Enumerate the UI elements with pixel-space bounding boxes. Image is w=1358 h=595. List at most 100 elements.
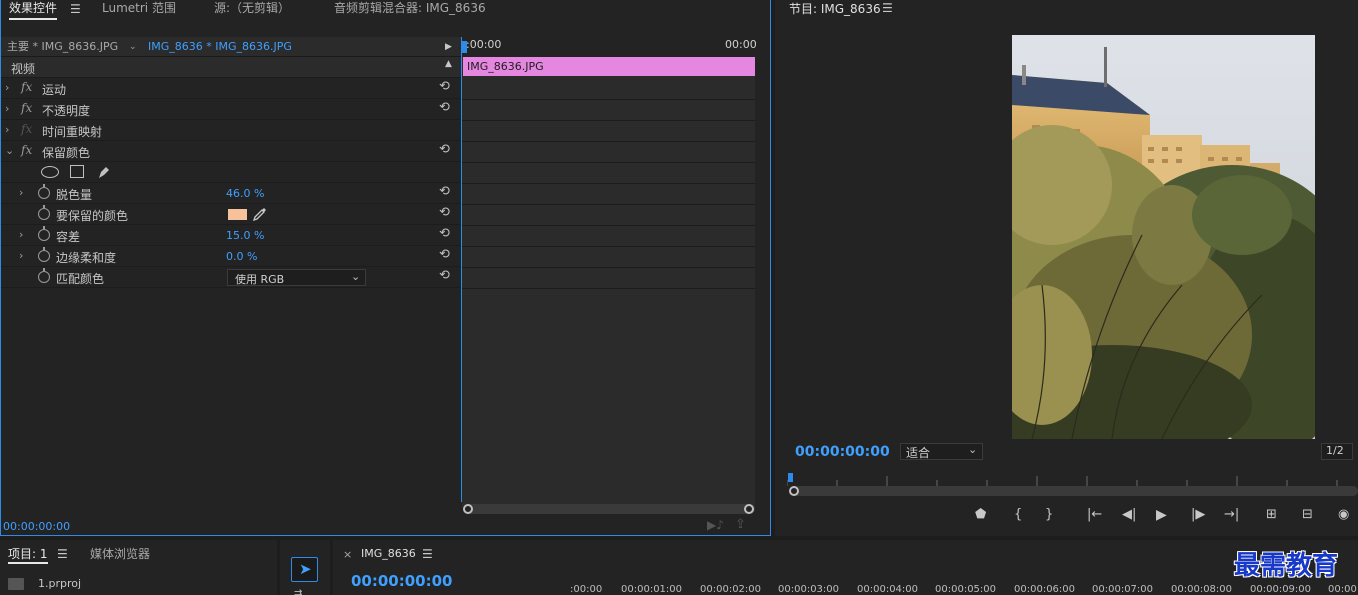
play-only-audio-icon[interactable]: ▶ — [445, 37, 452, 57]
playhead-handle[interactable] — [462, 41, 467, 53]
zoom-handle-left[interactable] — [463, 504, 473, 514]
hamburger-icon[interactable]: ☰ — [57, 547, 68, 561]
stopwatch-icon[interactable] — [38, 205, 50, 220]
effect-leave-color[interactable]: ⌄ fx 保留颜色 ⟲ — [1, 141, 461, 162]
clip-bar[interactable]: IMG_8636.JPG — [463, 57, 755, 76]
stopwatch-icon[interactable] — [38, 184, 50, 199]
stopwatch-icon[interactable] — [38, 226, 50, 241]
loop-audio-icon[interactable]: ▶♪ — [707, 518, 724, 532]
tab-source[interactable]: 源:（无剪辑） — [214, 0, 290, 20]
expand-chevron-icon[interactable]: › — [19, 249, 23, 262]
tab-media-browser[interactable]: 媒体浏览器 — [90, 545, 150, 562]
match-colors-select[interactable]: 使用 RGB ⌄ — [227, 269, 366, 286]
reset-icon[interactable]: ⟲ — [439, 226, 450, 241]
program-monitor-title[interactable]: 节目: IMG_8636 — [789, 0, 881, 17]
tools-panel: ➤ ⇉ — [280, 540, 330, 595]
stopwatch-icon[interactable] — [38, 247, 50, 262]
timeline-timecode[interactable]: 00:00:00:00 — [351, 572, 453, 590]
fx-icon[interactable]: fx — [21, 143, 32, 157]
reset-icon[interactable]: ⟲ — [439, 79, 450, 94]
tab-project[interactable]: 项目: 1 — [8, 545, 48, 564]
panel-tabbar: 效果控件 ☰ Lumetri 范围 源:（无剪辑） 音频剪辑混合器: IMG_8… — [1, 0, 770, 20]
ruler-label: 00:00:08:00 — [1171, 584, 1233, 595]
match-colors-value: 使用 RGB — [235, 273, 285, 286]
param-color-to-keep: 要保留的颜色 ⟲ — [1, 204, 461, 225]
zoom-scrollbar[interactable] — [463, 504, 755, 514]
effect-properties-list: 主要 * IMG_8636.JPG ⌄ IMG_8636 * IMG_8636.… — [1, 37, 461, 517]
add-marker-icon[interactable]: ⬟ — [975, 507, 986, 522]
lift-icon[interactable]: ⊞ — [1266, 507, 1277, 522]
zoom-select[interactable]: 适合 ⌄ — [900, 443, 983, 460]
track-select-icon[interactable]: ⇉ — [294, 588, 302, 595]
hamburger-icon[interactable]: ☰ — [422, 547, 433, 561]
mark-in-icon[interactable]: { — [1014, 507, 1022, 522]
play-icon[interactable]: ▶ — [1156, 507, 1167, 523]
param-edge-softness-label: 边缘柔和度 — [56, 251, 117, 265]
rectangle-mask-icon[interactable] — [70, 165, 84, 178]
color-swatch[interactable] — [228, 209, 247, 220]
reset-icon[interactable]: ⟲ — [439, 205, 450, 220]
tab-lumetri-scopes[interactable]: Lumetri 范围 — [102, 0, 176, 20]
project-file-name[interactable]: 1.prproj — [38, 577, 81, 590]
reset-icon[interactable]: ⟲ — [439, 100, 450, 115]
expand-chevron-icon[interactable]: › — [19, 186, 23, 199]
effect-time-remap-label: 时间重映射 — [42, 125, 103, 139]
go-to-in-icon[interactable]: |← — [1087, 507, 1102, 522]
hamburger-icon[interactable]: ☰ — [70, 2, 81, 16]
tab-effect-controls[interactable]: 效果控件 — [9, 0, 58, 20]
eyedropper-icon[interactable] — [252, 206, 268, 222]
zoom-handle-right[interactable] — [744, 504, 754, 514]
chevron-down-icon[interactable]: ⌄ — [129, 37, 137, 57]
expand-chevron-icon[interactable]: › — [5, 123, 9, 136]
param-desaturate-value[interactable]: 46.0 % — [226, 187, 264, 200]
ellipse-mask-icon[interactable] — [41, 166, 59, 178]
timeline-ruler[interactable]: :00:00 00:00:01:00 00:00:02:00 00:00:03:… — [570, 584, 1358, 595]
reset-icon[interactable]: ⟲ — [439, 184, 450, 199]
go-to-out-icon[interactable]: →| — [1224, 507, 1239, 522]
program-time-ruler[interactable] — [786, 470, 1358, 486]
sequence-tab[interactable]: IMG_8636 — [361, 547, 416, 560]
tab-audio-clip-mixer[interactable]: 音频剪辑混合器: IMG_8636 — [334, 0, 486, 20]
stopwatch-icon[interactable] — [38, 268, 50, 283]
playhead-timecode[interactable]: 00:00:00:00 — [795, 444, 890, 460]
zoom-handle-left[interactable] — [789, 486, 799, 496]
step-forward-icon[interactable]: |▶ — [1191, 507, 1205, 522]
expand-chevron-icon[interactable]: › — [5, 102, 9, 115]
expand-chevron-icon[interactable]: › — [5, 81, 9, 94]
effect-opacity-label: 不透明度 — [42, 104, 91, 118]
effect-opacity[interactable]: › fx 不透明度 ⟲ — [1, 99, 461, 120]
step-back-icon[interactable]: ◀| — [1122, 507, 1136, 522]
fx-icon[interactable]: fx — [21, 101, 32, 115]
collapse-icon[interactable]: ▲ — [445, 59, 452, 69]
close-icon[interactable]: × — [343, 548, 352, 561]
param-desaturate-label: 脱色量 — [56, 188, 93, 202]
ruler-label: 00:00:04:00 — [857, 584, 919, 595]
reset-icon[interactable]: ⟲ — [439, 268, 450, 283]
mini-timeline-ruler[interactable]: :00:00 00:00 — [462, 37, 757, 57]
mark-out-icon[interactable]: } — [1045, 507, 1053, 522]
param-tolerance-value[interactable]: 15.0 % — [226, 229, 264, 242]
export-frame-icon[interactable]: ◉ — [1338, 507, 1349, 522]
extract-icon[interactable]: ⊟ — [1302, 507, 1313, 522]
ruler-label: 00:00:05:00 — [935, 584, 997, 595]
program-video-frame[interactable] — [1012, 35, 1315, 439]
effect-time-remapping[interactable]: › fx 时间重映射 — [1, 120, 461, 141]
selection-tool[interactable]: ➤ — [291, 557, 318, 582]
project-file-icon — [8, 578, 24, 590]
breadcrumb-master[interactable]: 主要 * IMG_8636.JPG — [7, 37, 118, 57]
collapse-chevron-icon[interactable]: ⌄ — [5, 144, 14, 157]
breadcrumb-clip[interactable]: IMG_8636 * IMG_8636.JPG — [148, 37, 292, 57]
param-edge-softness-value[interactable]: 0.0 % — [226, 250, 257, 263]
reset-icon[interactable]: ⟲ — [439, 142, 450, 157]
pen-mask-icon[interactable] — [96, 164, 112, 180]
fx-icon[interactable]: fx — [21, 80, 32, 94]
hamburger-icon[interactable]: ☰ — [882, 1, 893, 15]
zoom-value: 适合 — [906, 446, 931, 460]
resolution-select[interactable]: 1/2 — [1321, 443, 1353, 460]
reset-icon[interactable]: ⟲ — [439, 247, 450, 262]
export-icon[interactable]: ⇪ — [735, 517, 746, 532]
current-timecode[interactable]: 00:00:00:00 — [3, 520, 70, 533]
expand-chevron-icon[interactable]: › — [19, 228, 23, 241]
program-zoom-scrollbar[interactable] — [789, 486, 1358, 496]
effect-motion[interactable]: › fx 运动 ⟲ — [1, 78, 461, 99]
